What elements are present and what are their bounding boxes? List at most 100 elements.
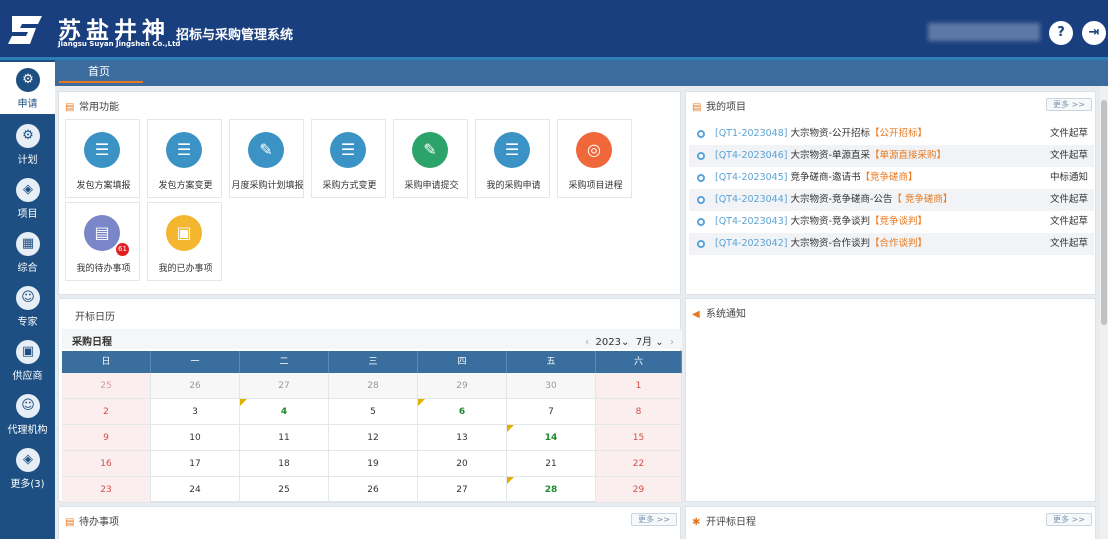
weekday-header: 一: [151, 351, 240, 373]
page-scrollbar[interactable]: [1100, 86, 1108, 539]
feature-tile[interactable]: ☰ 发包方案填报: [65, 119, 140, 198]
pencil-icon: ✎: [412, 132, 448, 168]
calendar-day[interactable]: 2: [62, 399, 151, 425]
project-row[interactable]: [QT4-2023043] 大宗物资-竞争谈判【竞争谈判】 文件起草: [689, 211, 1094, 233]
sidebar-item-agency[interactable]: ☺ 代理机构: [0, 388, 55, 440]
calendar-day[interactable]: 6: [418, 399, 507, 425]
calendar-day[interactable]: 20: [418, 451, 507, 477]
calendar-day[interactable]: 1: [596, 373, 682, 399]
projects-more-button[interactable]: 更多 >>: [1046, 98, 1092, 111]
project-name: 大宗物资-竞争磋商-公告: [790, 194, 893, 205]
project-status: 文件起草: [1049, 238, 1088, 249]
project-row[interactable]: [QT4-2023045] 竞争磋商-邀请书【竞争磋商】 中标通知: [689, 167, 1094, 189]
calendar-day[interactable]: 11: [240, 425, 329, 451]
calendar-day[interactable]: 7: [507, 399, 596, 425]
calendar-day[interactable]: 28: [329, 373, 418, 399]
tab-home-label: 首页: [88, 65, 110, 78]
project-status: 文件起草: [1049, 216, 1088, 227]
feature-tile[interactable]: ☰ 采购方式变更: [311, 119, 386, 198]
calendar-day[interactable]: 28: [507, 477, 596, 503]
month-select[interactable]: 7月: [636, 337, 652, 348]
my-projects-panel: ▤ 我的项目 更多 >> [QT1-2023048] 大宗物资-公开招标【公开招标…: [685, 91, 1096, 295]
project-code[interactable]: [QT4-2023042]: [715, 238, 787, 249]
help-icon[interactable]: ?: [1049, 21, 1073, 45]
calendar-day[interactable]: 9: [62, 425, 151, 451]
calendar-day[interactable]: 8: [596, 399, 682, 425]
calendar-day[interactable]: 3: [151, 399, 240, 425]
project-name: 竞争磋商-邀请书: [790, 172, 861, 183]
project-code[interactable]: [QT4-2023046]: [715, 150, 787, 161]
project-code[interactable]: [QT4-2023044]: [715, 194, 787, 205]
weekday-header: 五: [507, 351, 596, 373]
bid-schedule-more-button[interactable]: 更多 >>: [1046, 513, 1092, 526]
sidebar-item-general[interactable]: ▦ 综合: [0, 226, 55, 278]
sidebar-item-apply[interactable]: ⚙ 申请: [0, 62, 55, 114]
calendar-day[interactable]: 13: [418, 425, 507, 451]
project-row[interactable]: [QT4-2023046] 大宗物资-单源直采【单源直接采购】 文件起草: [689, 145, 1094, 167]
calendar-tab[interactable]: 开标日历: [75, 308, 115, 323]
sidebar-item-project[interactable]: ◈ 项目: [0, 172, 55, 224]
user-name-blurred[interactable]: [928, 23, 1040, 41]
calendar-day-number: 5: [370, 407, 376, 417]
project-row[interactable]: [QT4-2023042] 大宗物资-合作谈判【合作谈判】 文件起草: [689, 233, 1094, 255]
calendar-day-number: 28: [367, 381, 379, 391]
system-notice-panel: ◀ 系统通知: [685, 298, 1096, 502]
grid-icon: ▦: [16, 232, 40, 256]
project-method: 【合作谈判】: [869, 238, 927, 249]
sidebar-item-more[interactable]: ◈ 更多(3): [0, 442, 55, 494]
calendar-day[interactable]: 29: [418, 373, 507, 399]
calendar-day[interactable]: 14: [507, 425, 596, 451]
project-row[interactable]: [QT1-2023048] 大宗物资-公开招标【公开招标】 文件起草: [689, 123, 1094, 145]
calendar-day[interactable]: 27: [240, 373, 329, 399]
calendar-day[interactable]: 27: [418, 477, 507, 503]
project-row[interactable]: [QT4-2023044] 大宗物资-竞争磋商-公告【 竞争磋商】 文件起草: [689, 189, 1094, 211]
project-code[interactable]: [QT4-2023043]: [715, 216, 787, 227]
calendar-day[interactable]: 4: [240, 399, 329, 425]
project-method: 【竞争谈判】: [869, 216, 927, 227]
calendar-day[interactable]: 16: [62, 451, 151, 477]
clipboard-icon: ☰: [166, 132, 202, 168]
calendar-day[interactable]: 30: [507, 373, 596, 399]
calendar-day[interactable]: 22: [596, 451, 682, 477]
feature-tile[interactable]: ◎ 采购项目进程: [557, 119, 632, 198]
weekday-header: 三: [329, 351, 418, 373]
project-code[interactable]: [QT1-2023048]: [715, 128, 787, 139]
layers-icon: ◈: [16, 448, 40, 472]
sidebar-item-supplier[interactable]: ▣ 供应商: [0, 334, 55, 386]
calendar-day-number: 13: [456, 433, 468, 443]
calendar-day[interactable]: 21: [507, 451, 596, 477]
scrollbar-thumb[interactable]: [1101, 100, 1107, 325]
feature-tile[interactable]: ▤ 61 我的待办事项: [65, 202, 140, 281]
calendar-day-number: 7: [548, 407, 554, 417]
calendar-day[interactable]: 18: [240, 451, 329, 477]
next-month-icon[interactable]: ›: [670, 337, 674, 348]
calendar-day[interactable]: 19: [329, 451, 418, 477]
calendar-day[interactable]: 23: [62, 477, 151, 503]
sidebar-item-expert[interactable]: ☺ 专家: [0, 280, 55, 332]
feature-tile[interactable]: ✎ 月度采购计划填报: [229, 119, 304, 198]
logout-icon[interactable]: ⇥: [1082, 21, 1106, 45]
feature-tile[interactable]: ✎ 采购申请提交: [393, 119, 468, 198]
year-select[interactable]: 2023: [595, 337, 620, 348]
feature-tile[interactable]: ▣ 我的已办事项: [147, 202, 222, 281]
calendar-day[interactable]: 25: [240, 477, 329, 503]
calendar-day[interactable]: 24: [151, 477, 240, 503]
feature-tile[interactable]: ☰ 我的采购申请: [475, 119, 550, 198]
calendar-day[interactable]: 12: [329, 425, 418, 451]
calendar-day[interactable]: 5: [329, 399, 418, 425]
calendar-day[interactable]: 26: [151, 373, 240, 399]
calendar-day[interactable]: 17: [151, 451, 240, 477]
feature-tile[interactable]: ☰ 发包方案变更: [147, 119, 222, 198]
project-code[interactable]: [QT4-2023045]: [715, 172, 787, 183]
tab-home[interactable]: 首页: [55, 60, 143, 86]
calendar-day[interactable]: 10: [151, 425, 240, 451]
calendar-day[interactable]: 26: [329, 477, 418, 503]
calendar-day[interactable]: 15: [596, 425, 682, 451]
sidebar-item-label: 代理机构: [7, 425, 48, 436]
project-text: [QT4-2023045] 竞争磋商-邀请书【竞争磋商】: [715, 167, 917, 189]
calendar-day[interactable]: 29: [596, 477, 682, 503]
todo-more-button[interactable]: 更多 >>: [631, 513, 677, 526]
prev-month-icon[interactable]: ‹: [585, 337, 589, 348]
sidebar-item-plan[interactable]: ⚙ 计划: [0, 118, 55, 170]
calendar-day[interactable]: 25: [62, 373, 151, 399]
